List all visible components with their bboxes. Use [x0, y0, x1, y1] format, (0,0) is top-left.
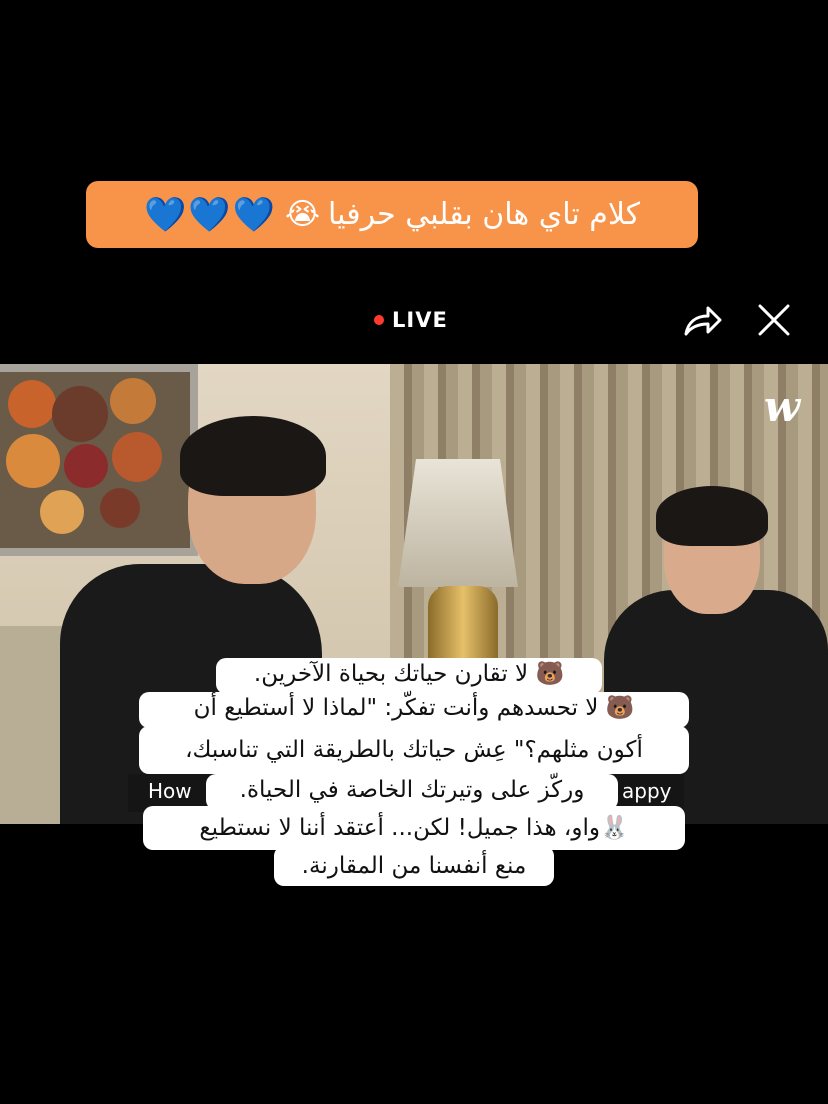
comment-banner: كلام تاي هان بقلبي حرفيا 😭 💙💙💙	[86, 181, 698, 248]
banner-text: كلام تاي هان بقلبي حرفيا	[328, 197, 641, 232]
subtitle-line-3: أكون مثلهم؟" عِش حياتك بالطريقة التي تنا…	[139, 726, 689, 774]
video-caption-left: How	[148, 779, 192, 803]
subtitle-line-1: 🐻 لا تقارن حياتك بحياة الآخرين.	[216, 658, 602, 694]
crying-emoji-icon: 😭	[284, 197, 321, 232]
live-indicator: LIVE	[374, 306, 448, 334]
blue-hearts-icon: 💙💙💙	[143, 194, 277, 235]
weverse-logo: w	[763, 382, 800, 431]
subtitle-line-5: 🐰واو، هذا جميل! لكن... أعتقد أننا لا نست…	[143, 806, 685, 850]
live-dot-icon	[374, 315, 384, 325]
wall-painting	[0, 364, 198, 556]
live-label: LIVE	[392, 308, 448, 332]
share-icon	[684, 306, 722, 336]
video-caption-right: appy	[622, 779, 672, 803]
person-left-hair	[180, 416, 326, 496]
subtitle-line-2: 🐻 لا تحسدهم وأنت تفكّر: "لماذا لا أستطيع…	[139, 692, 689, 728]
person-right-hair	[656, 486, 768, 546]
close-icon	[758, 304, 790, 336]
share-button[interactable]	[680, 298, 724, 342]
subtitle-line-4: وركّز على وتيرتك الخاصة في الحياة.	[206, 774, 618, 810]
close-button[interactable]	[752, 298, 796, 342]
lamp-shade	[398, 459, 518, 587]
subtitle-line-6: منع أنفسنا من المقارنة.	[274, 846, 554, 886]
